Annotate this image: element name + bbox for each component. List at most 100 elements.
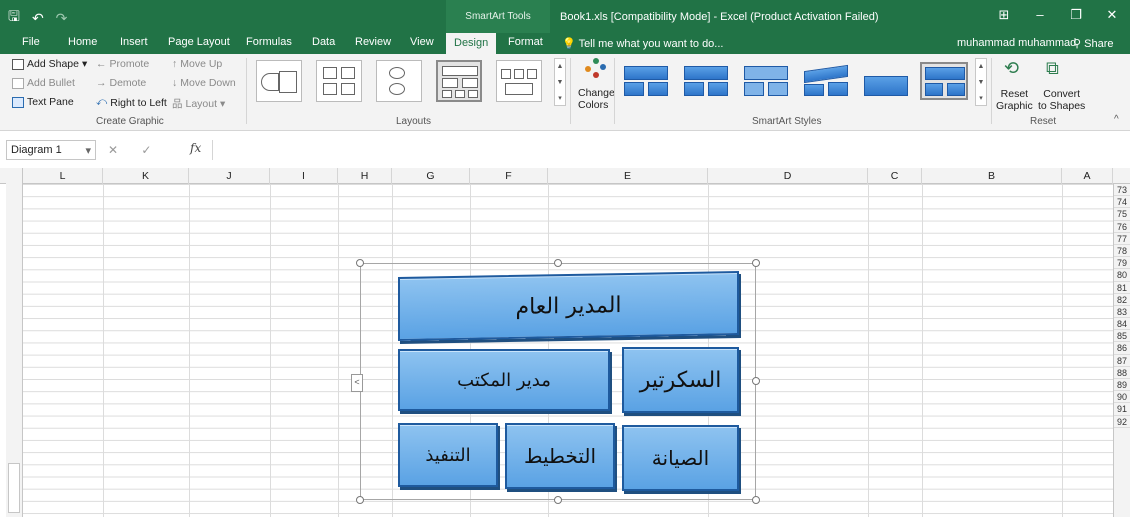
demote-button[interactable]: → Demote <box>96 77 146 89</box>
resize-handle[interactable] <box>356 259 364 267</box>
row-header[interactable]: 82 <box>1114 294 1130 306</box>
move-up-button[interactable]: ↑ Move Up <box>172 58 222 70</box>
resize-handle[interactable] <box>752 496 760 504</box>
row-header[interactable]: 80 <box>1114 269 1130 282</box>
undo-icon[interactable]: ↶ <box>32 10 44 27</box>
tab-page-layout[interactable]: Page Layout <box>168 36 230 48</box>
row-header[interactable]: 73 <box>1114 184 1130 197</box>
layout-option-3[interactable] <box>376 60 422 102</box>
tab-view[interactable]: View <box>410 36 434 48</box>
style-option-3[interactable] <box>742 62 790 100</box>
smartart-shape-top[interactable]: المدير العام <box>398 271 739 341</box>
row-header[interactable]: 90 <box>1114 391 1130 404</box>
resize-handle[interactable] <box>554 259 562 267</box>
column-header[interactable]: J <box>189 168 270 184</box>
formula-input[interactable] <box>212 140 1112 160</box>
text-pane-toggle[interactable]: < <box>351 374 363 392</box>
layout-option-5[interactable] <box>496 60 542 102</box>
style-option-1[interactable] <box>622 62 670 100</box>
promote-button[interactable]: ← Promote <box>96 58 149 70</box>
smartart-shape-bottom-left[interactable]: التنفيذ <box>398 423 498 487</box>
redo-icon[interactable]: ↷ <box>56 10 68 27</box>
layout-button[interactable]: 品 Layout ▾ <box>172 96 225 111</box>
text-pane-button[interactable]: Text Pane <box>12 96 74 108</box>
row-header[interactable]: 84 <box>1114 318 1130 331</box>
name-box[interactable]: Diagram 1 ▾ <box>6 140 96 160</box>
row-header[interactable]: 74 <box>1114 196 1130 209</box>
column-header[interactable]: K <box>103 168 189 184</box>
ribbon-display-icon[interactable]: ⊞ <box>986 0 1022 33</box>
style-option-6-selected[interactable] <box>920 62 968 100</box>
row-headers: 73 74 75 76 77 78 79 80 81 82 83 84 85 8… <box>1113 184 1130 517</box>
smartart-shape-mid-left[interactable]: مدير المكتب <box>398 349 610 411</box>
layout-option-1[interactable] <box>256 60 302 102</box>
close-button[interactable]: ✕ <box>1094 0 1130 33</box>
row-header[interactable]: 85 <box>1114 330 1130 343</box>
collapse-ribbon-icon[interactable]: ^ <box>1114 114 1119 125</box>
column-header[interactable]: F <box>470 168 548 184</box>
row-header[interactable]: 89 <box>1114 379 1130 392</box>
style-option-4[interactable] <box>802 62 850 100</box>
smartart-shape-bottom-mid[interactable]: التخطيط <box>505 423 615 489</box>
smartart-shape-bottom-right[interactable]: الصيانة <box>622 425 739 491</box>
scrollbar-thumb[interactable] <box>8 463 20 513</box>
tab-format[interactable]: Format <box>508 36 543 48</box>
restore-button[interactable]: ❐ <box>1058 0 1094 33</box>
layout-option-4-selected[interactable] <box>436 60 482 102</box>
share-button[interactable]: ⚲ Share <box>1073 37 1113 50</box>
resize-handle[interactable] <box>752 377 760 385</box>
resize-handle[interactable] <box>554 496 562 504</box>
row-header[interactable]: 83 <box>1114 306 1130 319</box>
add-shape-button[interactable]: Add Shape ▾ <box>12 58 87 70</box>
row-header[interactable]: 77 <box>1114 233 1130 245</box>
insert-function-icon[interactable]: fx <box>190 141 201 155</box>
enter-icon[interactable]: ✓ <box>141 143 161 157</box>
tab-insert[interactable]: Insert <box>120 36 148 48</box>
column-header[interactable]: L <box>23 168 103 184</box>
column-header[interactable]: D <box>708 168 868 184</box>
tab-review[interactable]: Review <box>355 36 391 48</box>
tab-data[interactable]: Data <box>312 36 335 48</box>
style-option-5[interactable] <box>862 62 910 100</box>
layout-option-2[interactable] <box>316 60 362 102</box>
row-header[interactable]: 75 <box>1114 208 1130 221</box>
column-header[interactable]: C <box>868 168 922 184</box>
tab-design[interactable]: Design <box>446 33 497 54</box>
smartart-shape-mid-right[interactable]: السكرتير <box>622 347 739 413</box>
minimize-button[interactable]: – <box>1022 0 1058 33</box>
column-header[interactable]: H <box>338 168 392 184</box>
tell-me-search[interactable]: 💡 Tell me what you want to do... <box>562 37 723 50</box>
resize-handle[interactable] <box>752 259 760 267</box>
convert-to-shapes-button[interactable]: Convert to Shapes <box>1038 88 1085 112</box>
reset-graphic-button[interactable]: Reset Graphic <box>996 88 1033 112</box>
row-header[interactable]: 87 <box>1114 355 1130 367</box>
row-header[interactable]: 88 <box>1114 367 1130 379</box>
resize-handle[interactable] <box>356 496 364 504</box>
right-to-left-button[interactable]: ⤺ Right to Left <box>96 96 167 109</box>
row-header[interactable]: 91 <box>1114 403 1130 416</box>
row-header[interactable]: 81 <box>1114 282 1130 294</box>
save-icon[interactable]: 🖫 <box>8 6 20 30</box>
column-header[interactable]: A <box>1062 168 1113 184</box>
change-colors-button[interactable]: Change Colors <box>578 87 615 111</box>
row-header[interactable]: 86 <box>1114 342 1130 355</box>
cancel-icon[interactable]: ✕ <box>108 143 128 157</box>
layouts-scroll[interactable]: ▲ ▼ ▾ <box>554 58 566 106</box>
column-header[interactable]: B <box>922 168 1062 184</box>
user-name[interactable]: muhammad muhammad <box>957 37 1076 49</box>
style-option-2[interactable] <box>682 62 730 100</box>
column-header[interactable]: G <box>392 168 470 184</box>
add-bullet-button[interactable]: Add Bullet <box>12 77 75 89</box>
row-header[interactable]: 92 <box>1114 416 1130 428</box>
tab-file[interactable]: File <box>22 36 40 48</box>
styles-scroll[interactable]: ▲ ▼ ▾ <box>975 58 987 106</box>
column-header[interactable]: E <box>548 168 708 184</box>
move-down-button[interactable]: ↓ Move Down <box>172 77 236 89</box>
row-header[interactable]: 78 <box>1114 245 1130 258</box>
column-header[interactable]: I <box>270 168 338 184</box>
row-header[interactable]: 76 <box>1114 221 1130 233</box>
tab-formulas[interactable]: Formulas <box>246 36 292 48</box>
vertical-scrollbar[interactable] <box>6 168 23 517</box>
row-header[interactable]: 79 <box>1114 257 1130 270</box>
tab-home[interactable]: Home <box>68 36 97 48</box>
